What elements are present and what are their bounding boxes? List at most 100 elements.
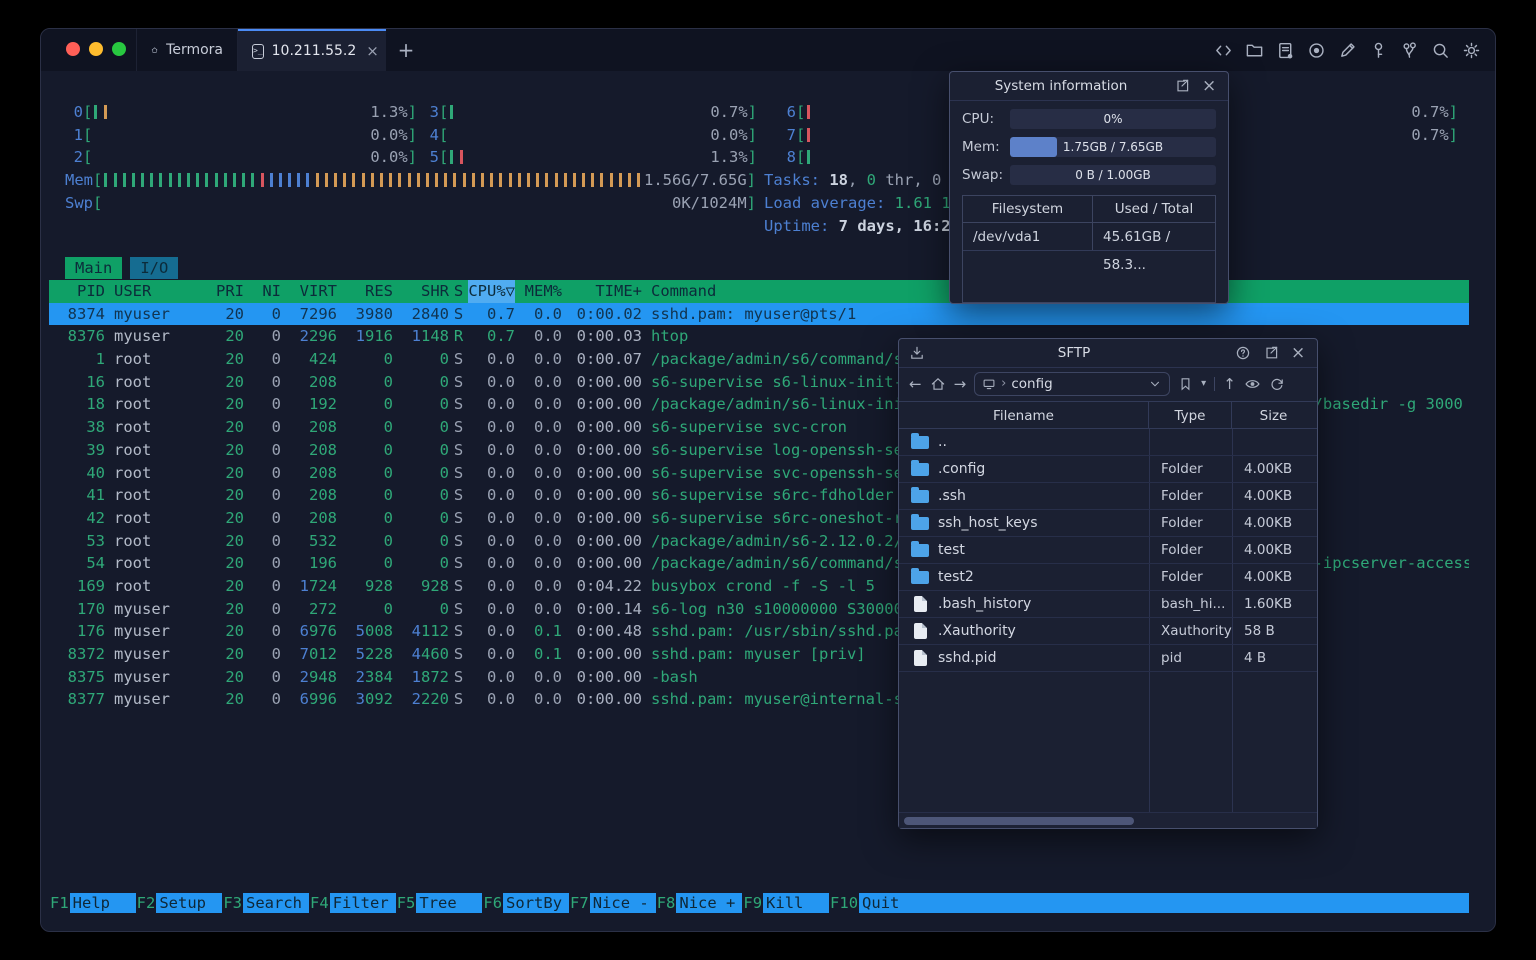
bookmark-icon[interactable] [1178,376,1193,392]
cpu-meter: 3[0.7%] [429,103,757,121]
column-header-virt[interactable]: VIRT [281,280,337,303]
fn-search-button[interactable]: Search [243,893,310,913]
download-icon[interactable] [909,345,925,361]
swap-meter: Swp[0K/1024M] [65,193,756,212]
fn-kill-button[interactable]: Kill [763,893,830,913]
notes-icon[interactable] [1276,41,1295,60]
meter-fill [1010,137,1058,157]
close-panel-icon[interactable]: × [1291,345,1307,362]
key-icon[interactable] [1369,41,1388,60]
process-table-header[interactable]: PID USER PRI NI VIRT RES SHR S CPU%▽ MEM% TIME+ Com… [49,280,1469,303]
fn-tree-button[interactable]: Tree [416,893,483,913]
fn-nice-button[interactable]: Nice + [676,893,743,913]
scrollbar-thumb[interactable] [904,817,1134,825]
parent-directory-icon[interactable]: ↑ [1223,375,1236,393]
tab-ssh-session[interactable]: >_ 10.211.55.2 × [238,29,386,71]
settings-icon[interactable] [1462,41,1481,60]
htop-tab-main[interactable]: Main [65,257,123,279]
fn-sortby-button[interactable]: SortBy [503,893,570,913]
sftp-panel: SFTP × ← → › config ▾ ↑ Filename Type Si… [898,338,1318,829]
file-size: 4.00KB [1244,569,1293,585]
column-header-res[interactable]: RES [337,280,393,303]
close-panel-icon[interactable]: × [1202,78,1218,95]
current-path: config [1011,375,1053,392]
search-icon[interactable] [1431,41,1450,60]
fn-nice-button[interactable]: Nice - [589,893,656,913]
edit-icon[interactable] [1338,41,1357,60]
file-icon [913,596,927,612]
file-type: Folder [1161,488,1203,504]
close-window-button[interactable] [66,42,80,56]
minimize-window-button[interactable] [89,42,103,56]
back-icon[interactable]: ← [909,375,922,393]
column-header-time[interactable]: TIME+ [562,280,642,303]
fn-help-button[interactable]: Help [69,893,136,913]
column-header-cpu[interactable]: CPU%▽ [468,280,515,303]
filename-column-header[interactable]: Filename [899,402,1149,428]
tasks-summary: Tasks: 18, 0 thr, 0 ru [764,171,969,190]
tab-termora-home[interactable]: Termora [136,29,238,71]
app-window: Termora >_ 10.211.55.2 × + 0[1.3%] 1[0.0%… [40,28,1496,932]
active-tab-label: 10.211.55.2 [271,43,357,59]
type-column-header[interactable]: Type [1149,402,1232,428]
horizontal-scrollbar[interactable] [899,812,1317,828]
column-header-user[interactable]: USER [105,280,207,303]
file-row[interactable]: ssh_host_keys Folder 4.00KB [899,510,1317,537]
file-row[interactable]: test2 Folder 4.00KB [899,564,1317,591]
meter-bar: 1.75GB / 7.65GB [1010,137,1216,157]
filesystem-table: Filesystem Used / Total /dev/vda1 45.61GB… [962,195,1216,303]
fn-setup-button[interactable]: Setup [156,893,223,913]
file-row[interactable]: sshd.pid pid 4 B [899,645,1317,672]
fn-key-label: F2 [136,894,156,912]
size-column-header[interactable]: Size [1232,402,1315,428]
process-row[interactable]: 8374 myuser 20 0 7296 3980 2840 S 0.7 0.0 0:00.02 s… [49,302,1469,326]
column-header-s[interactable]: S [449,280,468,303]
file-row[interactable]: .config Folder 4.00KB [899,456,1317,483]
column-header-shr[interactable]: SHR [393,280,449,303]
show-hidden-eye-icon[interactable] [1244,376,1261,392]
system-meter-row: Mem: 1.75GB / 7.65GB [962,137,1216,157]
close-tab-icon[interactable]: × [366,42,379,60]
zoom-window-button[interactable] [112,42,126,56]
file-name: .bash_history [938,596,1032,612]
fn-key-label: F6 [483,894,503,912]
forward-icon[interactable]: → [954,375,967,393]
new-tab-button[interactable]: + [389,29,423,71]
column-header-ni[interactable]: NI [244,280,281,303]
terminal-icon: >_ [252,43,264,59]
help-icon[interactable] [1235,345,1251,361]
file-type: Folder [1161,542,1203,558]
column-header-pid[interactable]: PID [49,280,105,303]
keychain-icon[interactable] [1400,41,1419,60]
path-breadcrumb[interactable]: › config [974,371,1171,396]
file-name: test2 [938,569,974,585]
fn-filter-button[interactable]: Filter [329,893,396,913]
file-row[interactable]: test Folder 4.00KB [899,537,1317,564]
window-controls [66,42,126,56]
system-usage-meters: CPU: 0% Mem: 1.75GB / 7.65GB Swap: 0 B / 1.00… [950,109,1228,185]
home-icon [151,42,158,58]
htop-tab-io[interactable]: I/O [130,257,179,279]
file-type: bash_hi... [1161,596,1226,612]
meter-label: CPU: [962,111,994,127]
tab-bar: Termora >_ 10.211.55.2 × + [41,29,1495,71]
home-icon[interactable] [930,376,946,392]
file-row[interactable]: .bash_history bash_hi... 1.60KB [899,591,1317,618]
open-in-window-icon[interactable] [1174,78,1190,94]
column-header-mem[interactable]: MEM% [515,280,562,303]
bookmark-caret-icon[interactable]: ▾ [1201,378,1206,389]
refresh-icon[interactable] [1269,376,1285,392]
file-row[interactable]: .. [899,429,1317,456]
file-row[interactable]: .ssh Folder 4.00KB [899,483,1317,510]
file-row[interactable]: .Xauthority Xauthority 58 B [899,618,1317,645]
fn-quit-button[interactable]: Quit [859,893,926,913]
open-in-window-icon[interactable] [1263,345,1279,361]
record-icon[interactable] [1307,41,1326,60]
sftp-toolbar: ← → › config ▾ ↑ [899,368,1317,399]
fn-key-label: F8 [656,894,676,912]
sftp-title: SFTP [1057,345,1091,361]
chevron-down-icon[interactable] [1148,377,1162,391]
folder-icon[interactable] [1245,41,1264,60]
code-icon[interactable] [1214,41,1233,60]
column-header-pri[interactable]: PRI [207,280,244,303]
